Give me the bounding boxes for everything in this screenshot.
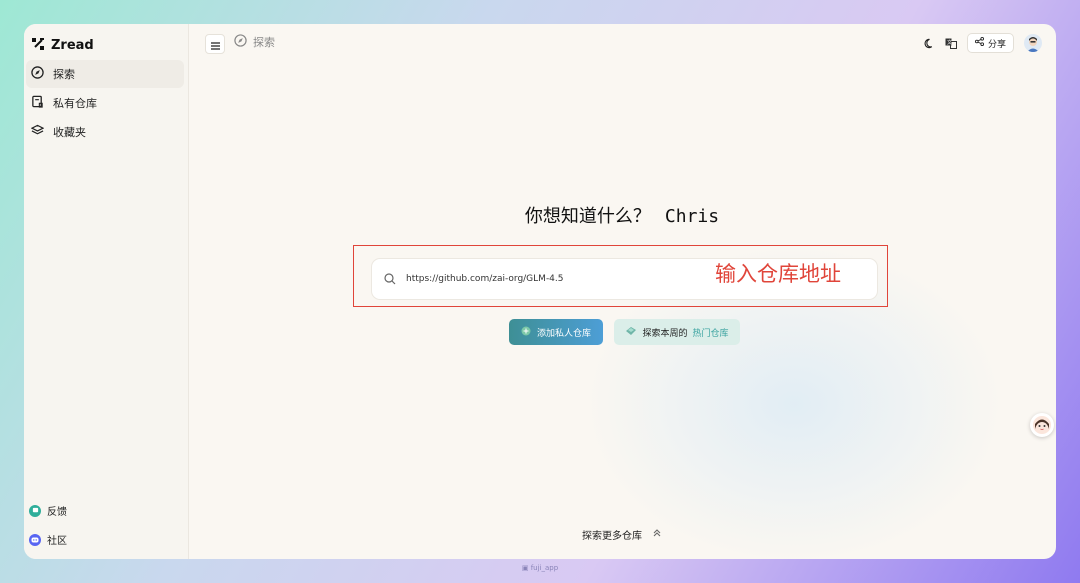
compass-icon — [234, 34, 247, 50]
brand-name: Zread — [51, 38, 94, 53]
explore-more-link[interactable]: 探索更多仓库 — [188, 527, 1056, 542]
repo-icon — [31, 95, 44, 111]
sidebar-item-label: 私有仓库 — [53, 97, 97, 110]
sidebar-footer-community[interactable]: 社区 — [29, 532, 67, 547]
annotation-label: 输入仓库地址 — [715, 262, 841, 286]
top-bar: 探索 文 分享 — [188, 24, 1056, 62]
assistant-avatar-button[interactable] — [1030, 413, 1054, 437]
zread-logo-icon — [31, 36, 45, 55]
share-label: 分享 — [987, 39, 1006, 50]
sidebar-item-label: 收藏夹 — [53, 126, 86, 139]
feedback-icon — [29, 504, 41, 517]
sidebar-item-private-repos[interactable]: 私有仓库 — [26, 89, 184, 117]
svg-text:文: 文 — [947, 39, 952, 46]
user-name: Chris — [664, 206, 720, 227]
headline-question: 你想知道什么？ — [524, 206, 651, 227]
trending-icon — [625, 325, 637, 339]
dark-mode-icon[interactable] — [924, 34, 935, 53]
sidebar-item-favorites[interactable]: 收藏夹 — [26, 118, 184, 146]
feedback-label: 反馈 — [47, 507, 67, 518]
watermark-label: fuji_app — [530, 564, 559, 572]
sidebar-item-label: 探索 — [53, 68, 75, 81]
sidebar-item-explore[interactable]: 探索 — [26, 60, 184, 88]
search-icon — [384, 270, 396, 289]
discord-icon — [29, 533, 41, 546]
user-avatar[interactable] — [1024, 34, 1042, 52]
watermark-icon: ▣ — [521, 564, 529, 572]
plus-circle-icon — [521, 326, 531, 339]
brand[interactable]: Zread — [31, 36, 94, 55]
menu-toggle-button[interactable] — [205, 34, 225, 54]
community-label: 社区 — [47, 536, 67, 547]
watermark: ▣ fuji_app — [0, 564, 1080, 572]
repo-url-input[interactable] — [404, 273, 708, 285]
chevrons-up-icon — [652, 528, 662, 541]
add-private-repo-label: 添加私人仓库 — [536, 328, 591, 339]
explore-trending-prefix: 探索本周的 — [642, 328, 688, 339]
menu-icon — [210, 35, 220, 54]
share-button[interactable]: 分享 — [966, 33, 1014, 53]
breadcrumb: 探索 — [234, 34, 275, 50]
add-private-repo-button[interactable]: 添加私人仓库 — [509, 319, 603, 345]
top-actions: 文 分享 — [924, 33, 1042, 53]
sidebar-footer-feedback[interactable]: 反馈 — [29, 503, 67, 518]
page-title: 你想知道什么？ Chris — [188, 202, 1056, 228]
breadcrumb-label: 探索 — [253, 36, 275, 49]
app-window: Zread 探索 私有仓库 收藏夹 反馈 社区 探索 文 分享 你想知道什么？ … — [24, 24, 1056, 559]
explore-more-label: 探索更多仓库 — [582, 531, 642, 542]
share-icon — [974, 37, 984, 49]
explore-trending-button[interactable]: 探索本周的 热门仓库 — [614, 319, 740, 345]
compass-icon — [31, 66, 44, 82]
translate-icon[interactable]: 文 — [945, 34, 957, 53]
explore-trending-accent: 热门仓库 — [692, 328, 729, 339]
sidebar: Zread 探索 私有仓库 收藏夹 反馈 社区 — [24, 24, 189, 559]
layers-icon — [30, 124, 45, 140]
